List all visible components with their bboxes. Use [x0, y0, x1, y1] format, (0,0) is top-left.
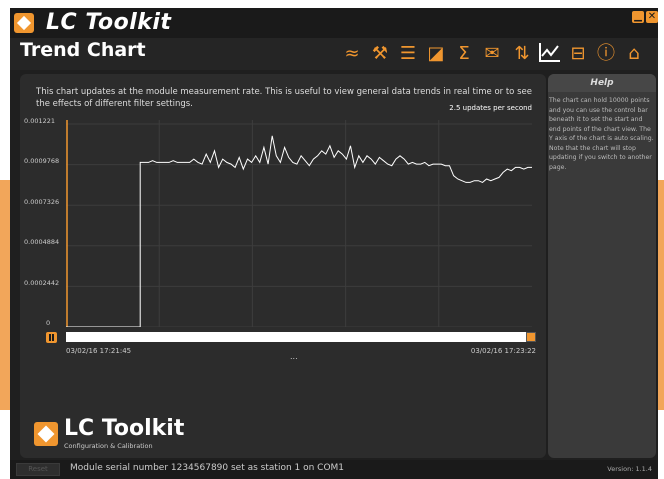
app-title: LC Toolkit [46, 10, 172, 35]
version-label: Version: 1.1.4 [607, 465, 652, 473]
info-icon[interactable]: ⓘ [594, 42, 618, 66]
range-end-handle[interactable] [526, 332, 536, 342]
status-message: Module serial number 1234567890 set as s… [70, 463, 345, 473]
storage-icon[interactable]: ⊟ [566, 42, 590, 66]
help-text: The chart can hold 10000 points and you … [549, 97, 654, 171]
brand-name: LC Toolkit [64, 416, 185, 441]
brand-logo-icon [34, 422, 58, 446]
settings-tools-icon[interactable]: ⚒ [368, 42, 392, 66]
close-button[interactable]: ✕ [646, 11, 658, 23]
reset-button[interactable]: Reset [16, 463, 60, 476]
list-settings-icon[interactable]: ☰ [396, 42, 420, 66]
update-rate: 2.5 updates per second [449, 104, 532, 112]
sigma-icon[interactable]: Σ [452, 42, 476, 66]
status-bar: Reset Module serial number 1234567890 se… [10, 460, 658, 479]
help-title: Help [548, 74, 656, 92]
help-panel: Help The chart can hold 10000 points and… [548, 74, 656, 458]
y-tick-label: 0.0009768 [24, 157, 60, 165]
filter-wave-icon[interactable]: ≈ [340, 42, 364, 66]
calibrate-ruler-icon[interactable]: ◪ [424, 42, 448, 66]
title-bar: LC Toolkit ▁ ✕ [10, 8, 658, 38]
signal-mail-icon[interactable]: ✉ [480, 42, 504, 66]
page-header: Trend Chart ≈ ⚒ ☰ ◪ Σ ✉ ⇅ ⊟ ⓘ ⌂ [10, 38, 658, 70]
trend-chart-icon[interactable] [538, 42, 562, 66]
app-logo-icon [14, 13, 34, 33]
brand-subtitle: Configuration & Calibration [64, 442, 153, 450]
page-title: Trend Chart [20, 39, 146, 61]
trend-chart-svg [539, 43, 560, 62]
y-tick-label: 0.0002442 [24, 279, 60, 287]
app-window: LC Toolkit ▁ ✕ Trend Chart ≈ ⚒ ☰ ◪ Σ ✉ ⇅… [10, 8, 658, 479]
y-tick-label: 0.0004884 [24, 238, 60, 246]
y-tick-label: 0.0007326 [24, 198, 60, 206]
trend-chart [66, 120, 532, 327]
pause-button[interactable] [46, 332, 57, 343]
end-time-label: 03/02/16 17:23:22 [470, 347, 536, 355]
home-icon[interactable]: ⌂ [622, 42, 646, 66]
timeline-ellipsis: ... [290, 352, 298, 361]
start-time-label: 03/02/16 17:21:45 [66, 347, 132, 355]
io-icon[interactable]: ⇅ [510, 42, 534, 66]
chart-panel: This chart updates at the module measure… [20, 74, 546, 458]
y-tick-label: 0.001221 [24, 117, 56, 125]
chart-range-bar[interactable] [66, 332, 536, 342]
minimize-button[interactable]: ▁ [632, 11, 644, 23]
